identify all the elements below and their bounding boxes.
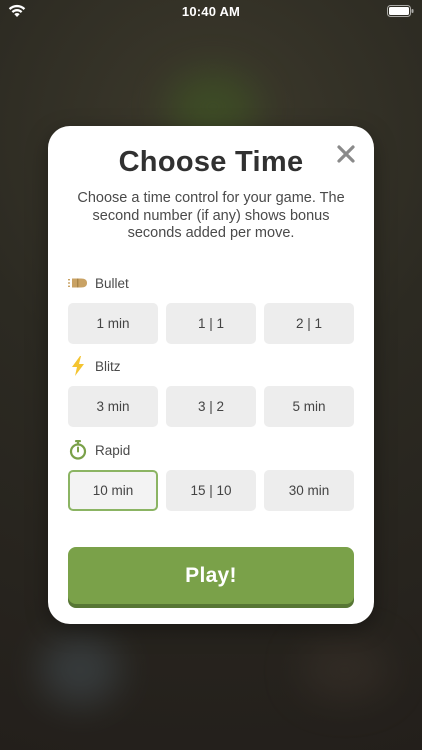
- lightning-icon: [68, 356, 88, 376]
- bullet-icon: [68, 273, 88, 293]
- time-option-30-min[interactable]: 30 min: [264, 470, 354, 511]
- status-time: 10:40 AM: [181, 3, 241, 19]
- play-button[interactable]: Play!: [68, 547, 354, 604]
- section-label-bullet: Bullet: [95, 275, 129, 291]
- time-option-1-1[interactable]: 1 | 1: [166, 303, 256, 344]
- dialog-title: Choose Time: [118, 146, 304, 178]
- section-rapid: Rapid 10 min 15 | 10 30 min: [68, 440, 354, 511]
- choose-time-dialog: Choose Time Choose a time control for yo…: [48, 126, 374, 624]
- section-label-blitz: Blitz: [95, 358, 121, 374]
- background-blur: [300, 640, 390, 700]
- time-option-15-10[interactable]: 15 | 10: [166, 470, 256, 511]
- time-option-3-min[interactable]: 3 min: [68, 386, 158, 427]
- time-option-3-2[interactable]: 3 | 2: [166, 386, 256, 427]
- section-blitz: Blitz 3 min 3 | 2 5 min: [68, 356, 354, 427]
- wifi-icon: [8, 4, 26, 17]
- dialog-subtitle: Choose a time control for your game. The…: [77, 190, 345, 241]
- status-bar: 10:40 AM: [0, 0, 422, 22]
- time-option-10-min[interactable]: 10 min: [68, 470, 158, 511]
- section-label-rapid: Rapid: [95, 442, 131, 458]
- section-bullet: Bullet 1 min 1 | 1 2 | 1: [68, 273, 354, 344]
- time-option-2-1[interactable]: 2 | 1: [264, 303, 354, 344]
- stopwatch-icon: [68, 440, 88, 460]
- battery-icon: [387, 5, 414, 17]
- time-option-5-min[interactable]: 5 min: [264, 386, 354, 427]
- background-blur: [40, 635, 120, 705]
- time-option-1-min[interactable]: 1 min: [68, 303, 158, 344]
